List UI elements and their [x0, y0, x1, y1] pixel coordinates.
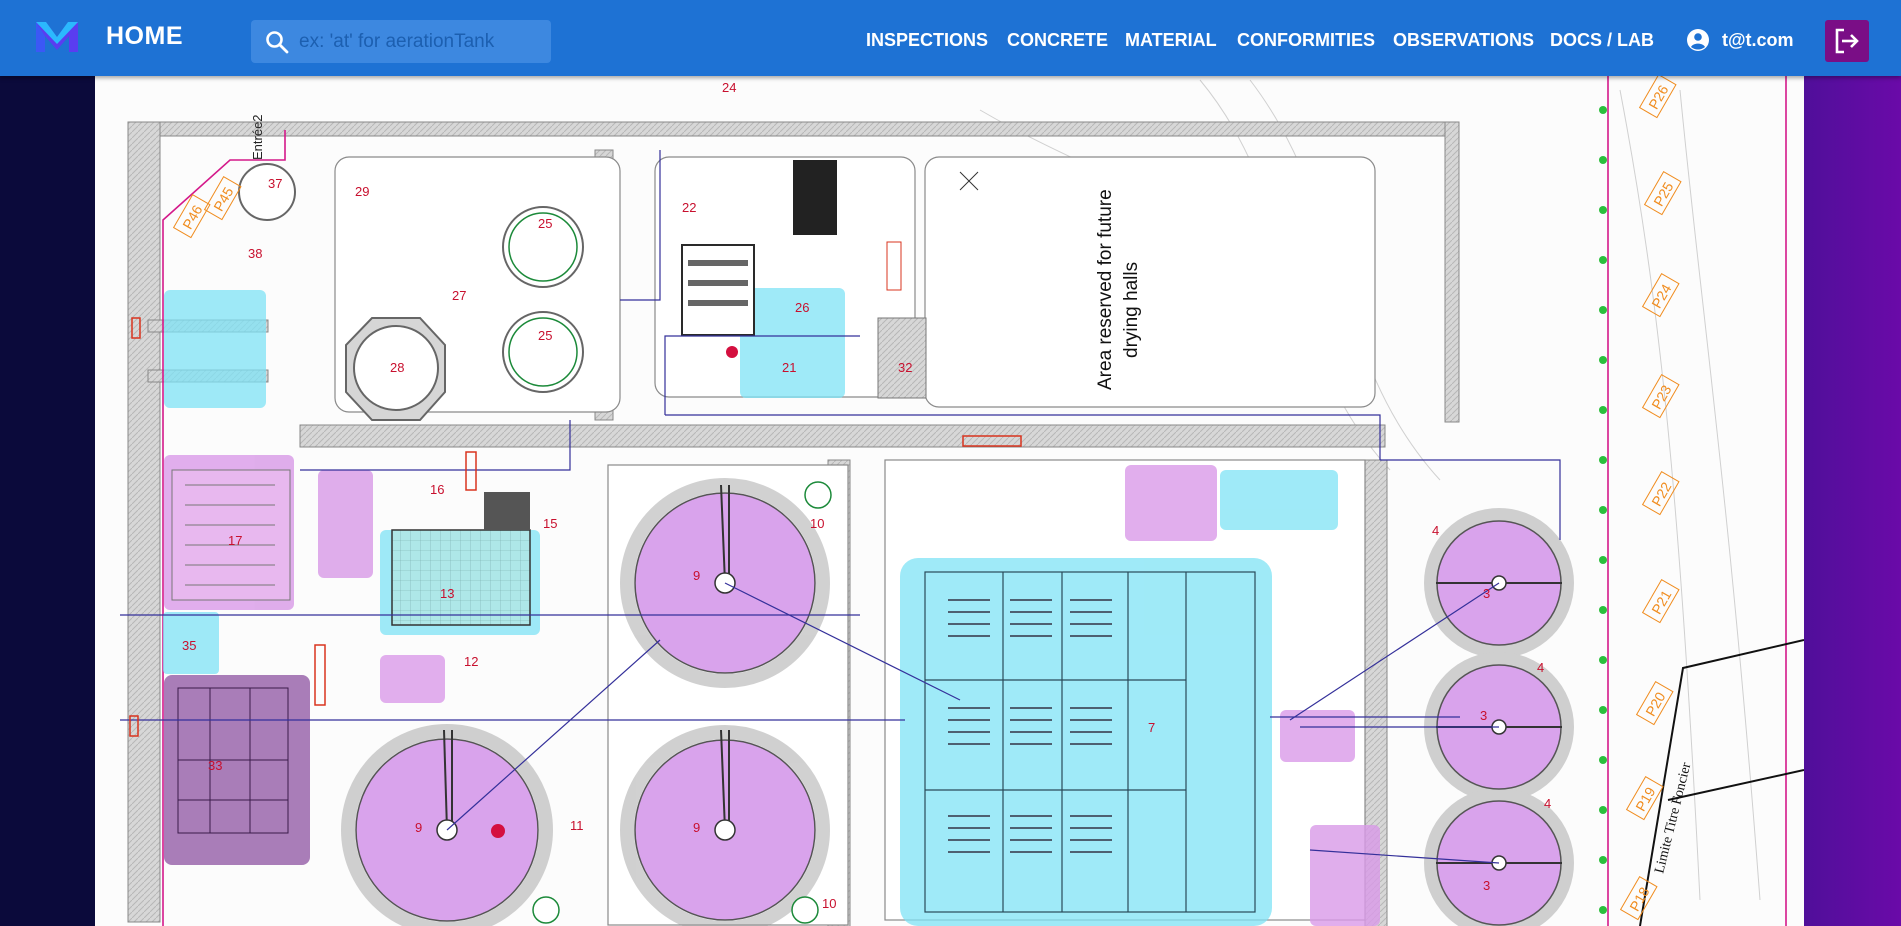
unit-label: 24	[722, 80, 736, 95]
unit-label: 3	[1483, 586, 1490, 601]
unit-label: 21	[782, 360, 796, 375]
site-plan-drawing: Area reserved for future drying halls 3 …	[95, 76, 1804, 926]
search-input[interactable]	[297, 26, 541, 58]
unit-label: 9	[415, 820, 422, 835]
unit-label: 32	[898, 360, 912, 375]
unit-label: 4	[1432, 523, 1439, 538]
nav-docs-lab[interactable]: DOCS / LAB	[1550, 30, 1654, 51]
unit-label: 25	[538, 328, 552, 343]
nav-concrete[interactable]: CONCRETE	[1007, 30, 1108, 51]
unit-label: 3	[1483, 878, 1490, 893]
nav-observations[interactable]: OBSERVATIONS	[1393, 30, 1534, 51]
logout-icon	[1835, 28, 1859, 54]
app-logo-icon[interactable]	[34, 18, 80, 56]
unit-label: 17	[228, 533, 242, 548]
unit-label: 15	[543, 516, 557, 531]
unit-label: 37	[268, 176, 282, 191]
unit-label: 9	[693, 568, 700, 583]
unit-label: 26	[795, 300, 809, 315]
future-area-label-2: drying halls	[1121, 262, 1142, 358]
logout-button[interactable]	[1825, 20, 1869, 62]
top-app-bar: HOME INSPECTIONS CONCRETE MATERIAL CONFO…	[0, 0, 1901, 76]
user-menu[interactable]: t@t.com	[1686, 26, 1794, 54]
unit-label: 38	[248, 246, 262, 261]
unit-label: 13	[440, 586, 454, 601]
search-box[interactable]	[251, 20, 551, 63]
unit-label: 3	[1480, 708, 1487, 723]
entrance-label: Entrée2	[250, 114, 265, 160]
unit-label: 33	[208, 758, 222, 773]
unit-label: 16	[430, 482, 444, 497]
site-plan-viewer[interactable]: Area reserved for future drying halls 3 …	[95, 76, 1804, 926]
unit-label: 27	[452, 288, 466, 303]
unit-label: 11	[570, 818, 584, 833]
unit-label: 9	[693, 820, 700, 835]
unit-label: 4	[1544, 796, 1551, 811]
unit-label: 12	[464, 654, 478, 669]
future-area-label-1: Area reserved for future	[1095, 189, 1116, 390]
unit-label: 25	[538, 216, 552, 231]
nav-material[interactable]: MATERIAL	[1125, 30, 1217, 51]
unit-label: 7	[1148, 720, 1155, 735]
unit-label: 10	[822, 896, 836, 911]
unit-label: 29	[355, 184, 369, 199]
home-link[interactable]: HOME	[106, 22, 183, 51]
left-margin	[0, 76, 95, 926]
unit-label: 10	[810, 516, 824, 531]
search-icon	[266, 31, 289, 54]
nav-conformities[interactable]: CONFORMITIES	[1237, 30, 1375, 51]
right-margin	[1804, 76, 1901, 926]
user-email: t@t.com	[1722, 29, 1794, 50]
account-circle-icon	[1687, 29, 1709, 51]
nav-inspections[interactable]: INSPECTIONS	[866, 30, 988, 51]
unit-label: 28	[390, 360, 404, 375]
unit-label: 4	[1537, 660, 1544, 675]
unit-label: 22	[682, 200, 696, 215]
unit-label: 35	[182, 638, 196, 653]
